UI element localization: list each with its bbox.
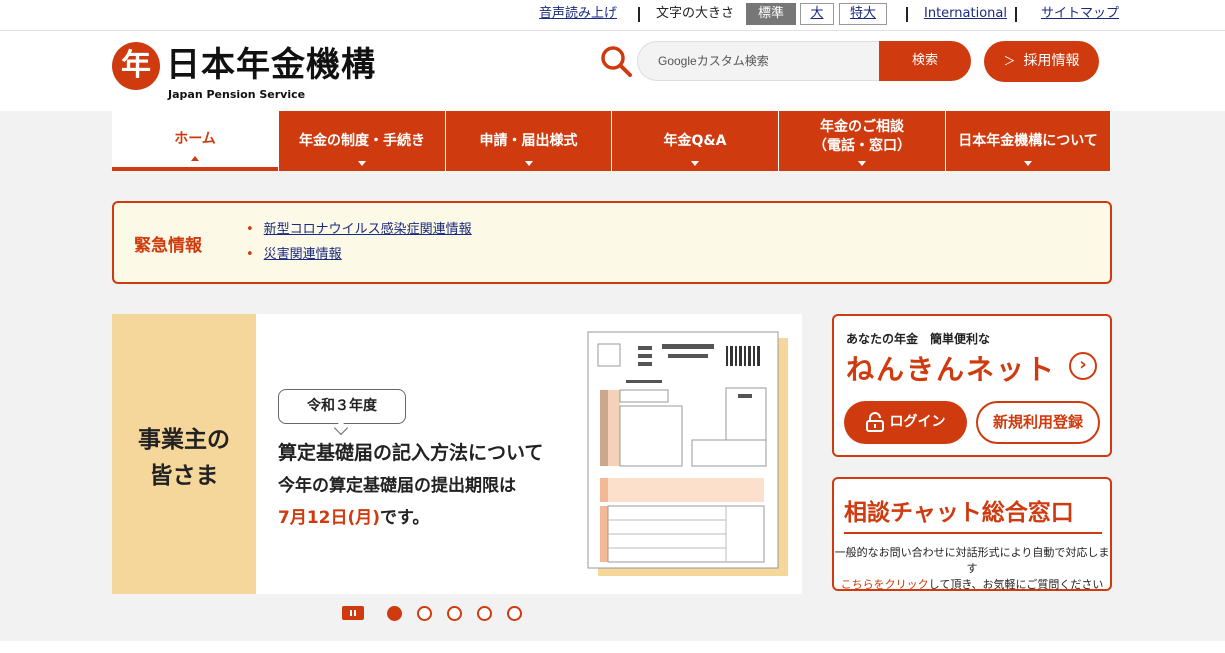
utility-bar: 音声読み上げ 文字の大きさ 標準 大 特大 International サイトマ…: [0, 0, 1225, 31]
nav-item-label: 申請・届出様式: [479, 132, 578, 149]
register-button[interactable]: 新規利用登録: [976, 401, 1100, 444]
login-button[interactable]: ログイン: [844, 401, 967, 444]
emergency-list: • 新型コロナウイルス感染症関連情報 • 災害関連情報: [246, 217, 472, 267]
font-size-large-button[interactable]: 大: [800, 3, 834, 25]
caret-down-icon: [358, 161, 366, 166]
consult-chat-panel: 相談チャット総合窓口 一般的なお問い合わせに対話形式により自動で対応します こち…: [832, 477, 1112, 591]
search-button[interactable]: 検索: [879, 41, 971, 81]
login-label: ログイン: [889, 414, 946, 430]
read-aloud-link[interactable]: 音声読み上げ: [539, 6, 617, 22]
recruit-label: 採用情報: [1023, 53, 1080, 69]
font-size-standard-button[interactable]: 標準: [746, 3, 796, 25]
caret-down-icon: [1024, 161, 1032, 166]
nav-item-home[interactable]: ホーム: [112, 111, 278, 171]
nav-item-label: 年金の制度・手続き: [299, 132, 425, 149]
nenkin-net-panel: あなたの年金 簡単便利な ねんきんネット › ログイン 新規利用登録: [832, 314, 1112, 457]
slide-text-suffix: です。: [380, 508, 430, 528]
caret-up-icon: [191, 156, 199, 161]
nav-item-label: ホーム: [174, 130, 216, 147]
emergency-title: 緊急情報: [134, 236, 202, 256]
recruit-button[interactable]: ＞ 採用情報: [984, 41, 1099, 82]
nav-item-forms[interactable]: 申請・届出様式: [445, 111, 611, 171]
list-item: • 災害関連情報: [246, 242, 472, 267]
site-header: 年 日本年金機構 Japan Pension Service 検索 ＞ 採用情報: [0, 31, 1225, 111]
page-bottom-band: [0, 641, 1225, 653]
divider: [906, 7, 908, 22]
deadline-date: 7月12日(月): [278, 508, 381, 528]
slide-audience-line: 事業主の: [138, 427, 230, 453]
slide-audience-line: 皆さま: [149, 463, 219, 489]
chat-desc-suffix: して頂き、お気軽にご質問ください: [928, 578, 1104, 591]
year-badge: 令和３年度: [278, 389, 406, 424]
nav-item-label: 年金Q&A: [663, 132, 727, 149]
pause-icon[interactable]: [342, 606, 364, 620]
search-icon: [601, 46, 632, 77]
logo-text[interactable]: 日本年金機構: [166, 45, 376, 85]
slide-audience-panel: 事業主の 皆さま: [112, 314, 256, 594]
slide-dot-3[interactable]: [447, 606, 462, 621]
slide-heading: 算定基礎届の記入方法について: [278, 442, 544, 464]
nav-item-label: 年金のご相談: [820, 119, 904, 135]
logo-subtitle: Japan Pension Service: [168, 88, 306, 101]
sitemap-link[interactable]: サイトマップ: [1041, 6, 1119, 22]
chevron-right-icon[interactable]: ›: [1069, 352, 1097, 380]
nav-item-label: （電話・窓口）: [813, 138, 911, 154]
slide-text: 7月12日(月)です。: [278, 503, 429, 528]
chat-desc-line: 一般的なお問い合わせに対話形式により自動で対応します: [834, 546, 1110, 575]
emergency-info-box: 緊急情報 • 新型コロナウイルス感染症関連情報 • 災害関連情報: [112, 201, 1112, 284]
nenkin-net-subtitle: あなたの年金 簡単便利な: [846, 332, 991, 346]
chat-description: 一般的なお問い合わせに対話形式により自動で対応します こちらをクリックして頂き、…: [834, 545, 1110, 593]
nav-item-consultation[interactable]: 年金のご相談 （電話・窓口）: [778, 111, 945, 171]
international-link[interactable]: International: [924, 6, 1007, 22]
search-input[interactable]: [637, 41, 883, 81]
chat-desc-line: こちらをクリックして頂き、お気軽にご質問ください: [834, 577, 1110, 593]
nav-item-pension-system[interactable]: 年金の制度・手続き: [278, 111, 445, 171]
hero-slider[interactable]: 事業主の 皆さま 令和３年度 算定基礎届の記入方法について 今年の算定基礎届の提…: [112, 314, 802, 594]
bullet-icon: •: [246, 222, 254, 237]
font-size-extra-large-button[interactable]: 特大: [839, 3, 887, 25]
global-nav: ホーム 年金の制度・手続き 申請・届出様式 年金Q&A 年金のご相談 （電話・窓…: [112, 111, 1111, 171]
form-illustration-icon: [587, 331, 788, 576]
caret-down-icon: [858, 161, 866, 166]
divider: [1015, 7, 1017, 22]
disaster-info-link[interactable]: 災害関連情報: [264, 247, 342, 262]
covid-info-link[interactable]: 新型コロナウイルス感染症関連情報: [264, 222, 472, 237]
chevron-right-icon: ＞: [1003, 54, 1016, 68]
caret-down-icon: [691, 161, 699, 166]
slide-dot-1[interactable]: [387, 606, 402, 621]
chat-title[interactable]: 相談チャット総合窓口: [844, 493, 1074, 527]
nenkin-net-title[interactable]: ねんきんネット: [846, 348, 1056, 388]
chat-click-link[interactable]: こちらをクリック: [841, 578, 929, 591]
nav-item-qa[interactable]: 年金Q&A: [611, 111, 778, 171]
slide-dot-4[interactable]: [477, 606, 492, 621]
font-size-label: 文字の大きさ: [656, 6, 735, 21]
divider: [844, 532, 1102, 534]
caret-down-icon: [524, 161, 533, 166]
slide-dot-2[interactable]: [417, 606, 432, 621]
list-item: • 新型コロナウイルス感染症関連情報: [246, 217, 472, 242]
slide-text: 今年の算定基礎届の提出期限は: [278, 476, 516, 496]
divider: [638, 7, 640, 22]
bullet-icon: •: [246, 247, 254, 262]
slide-audience-text: 事業主の 皆さま: [112, 422, 256, 494]
lock-icon: [865, 412, 884, 432]
slide-dot-5[interactable]: [507, 606, 522, 621]
nav-item-about[interactable]: 日本年金機構について: [945, 111, 1111, 171]
nav-item-label: 日本年金機構について: [958, 132, 1098, 149]
logo-icon[interactable]: 年: [112, 42, 160, 90]
